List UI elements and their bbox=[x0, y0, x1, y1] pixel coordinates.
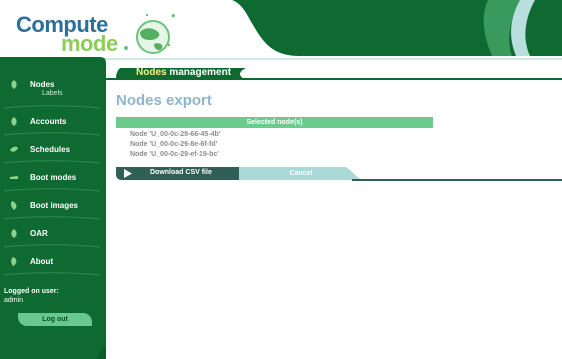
action-bar: Download CSV file Cancel bbox=[116, 167, 562, 182]
node-list-item: Node 'U_00-0c-29-8e-6f-fd' bbox=[130, 141, 218, 148]
sidebar-item-accounts[interactable]: Accounts bbox=[0, 112, 100, 134]
sidebar-divider bbox=[3, 105, 101, 109]
sidebar-item-schedules[interactable]: Schedules bbox=[0, 140, 100, 162]
header: Compute mode bbox=[0, 0, 562, 62]
section-title-highlight: Nodes bbox=[136, 67, 167, 78]
logo-mode-text: mode bbox=[61, 31, 118, 56]
selected-nodes-header: Selected node(s) bbox=[116, 117, 433, 128]
sidebar-item-label: OAR bbox=[30, 229, 48, 238]
node-list-item: Node 'U_00-0c-29-66-45-4b' bbox=[130, 131, 221, 138]
logged-on-label: Logged on user: bbox=[4, 288, 59, 295]
sidebar-item-label: Accounts bbox=[30, 117, 67, 126]
cancel-button[interactable]: Cancel bbox=[246, 167, 356, 180]
sidebar-subitem-labels[interactable]: Labels bbox=[42, 90, 63, 97]
leaf-icon bbox=[11, 80, 17, 89]
section-title-rest: management bbox=[166, 67, 232, 78]
sidebar-item-label: Boot modes bbox=[30, 173, 77, 182]
sidebar-item-label: Schedules bbox=[30, 145, 71, 154]
section-title: Nodes management bbox=[136, 67, 231, 78]
play-icon bbox=[124, 169, 132, 178]
sidebar-item-label: Boot images bbox=[30, 201, 79, 210]
node-list-item: Node 'U_00-0c-29-ef-19-bc' bbox=[130, 151, 219, 158]
logo: Compute mode bbox=[16, 14, 118, 55]
leaf-icon bbox=[11, 229, 17, 238]
sidebar-item-boot-modes[interactable]: Boot modes bbox=[0, 168, 100, 190]
logged-user-name: admin bbox=[4, 297, 24, 304]
section-tab-bar: Nodes management bbox=[106, 64, 562, 82]
leaf-icon bbox=[11, 117, 17, 126]
download-csv-label: Download CSV file bbox=[150, 169, 212, 176]
download-csv-button[interactable]: Download CSV file bbox=[124, 167, 230, 180]
sidebar-item-label: Nodes bbox=[30, 80, 55, 89]
leaf-icon bbox=[11, 257, 17, 266]
sidebar-item-about[interactable]: About bbox=[0, 252, 100, 274]
globe-logo-icon bbox=[124, 13, 176, 54]
sidebar-item-oar[interactable]: OAR bbox=[0, 224, 100, 246]
logout-button[interactable]: Log out bbox=[18, 313, 92, 326]
leaf-icon bbox=[10, 201, 17, 210]
sidebar-item-label: About bbox=[30, 257, 54, 266]
page-title: Nodes export bbox=[116, 92, 212, 109]
leaf-icon bbox=[10, 146, 18, 152]
leaf-icon bbox=[10, 176, 18, 179]
sidebar-item-boot-images[interactable]: Boot images bbox=[0, 196, 100, 218]
